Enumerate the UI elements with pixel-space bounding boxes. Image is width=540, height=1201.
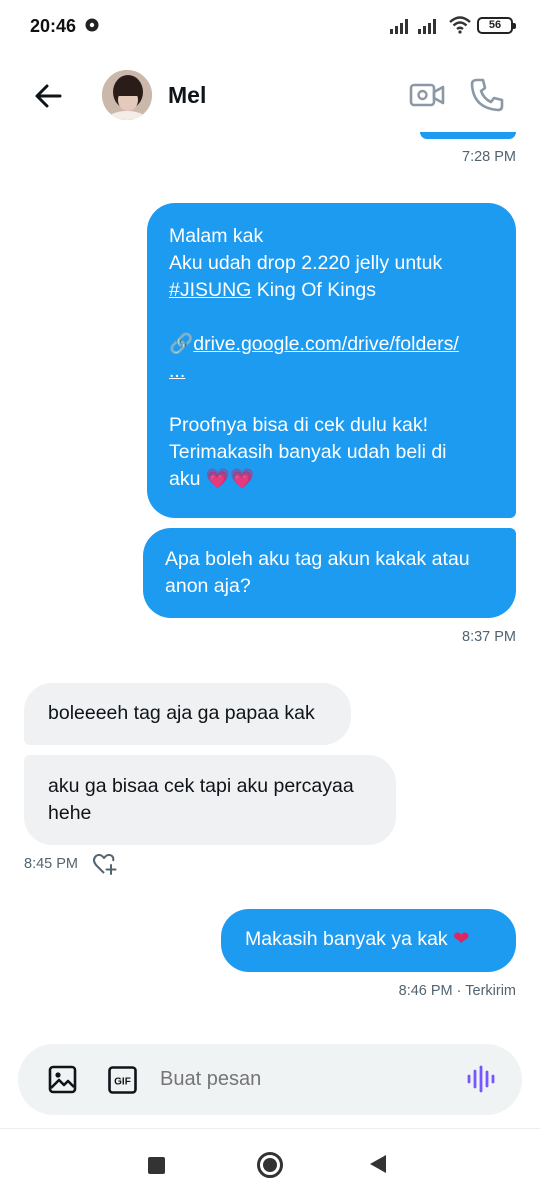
message-bubble-outgoing[interactable]: Apa boleh aku tag akun kakak atau anon a…	[143, 528, 516, 618]
gif-icon[interactable]: GIF	[108, 1066, 137, 1094]
message-bubble-incoming[interactable]: boleeeeh tag aja ga papaa kak	[24, 683, 351, 745]
message-text: anon aja?	[165, 575, 251, 597]
message-text: King Of Kings	[251, 279, 377, 301]
compose-bar: GIF	[18, 1044, 522, 1115]
message-timestamp: 7:28 PM	[462, 149, 516, 165]
message-text: Malam kak	[169, 225, 264, 247]
heart-emoji: ❤	[453, 928, 470, 950]
system-nav-bar	[0, 1128, 540, 1201]
wifi-icon	[449, 16, 471, 34]
drive-link[interactable]: drive.google.com/drive/folders/	[193, 333, 459, 355]
contact-name[interactable]: Mel	[168, 82, 206, 109]
voice-message-icon[interactable]	[466, 1064, 496, 1094]
message-text: aku ga bisaa cek tapi aku percayaa	[48, 775, 354, 797]
message-bubble-incoming[interactable]: aku ga bisaa cek tapi aku percayaa hehe	[24, 755, 396, 845]
add-reaction-icon[interactable]	[92, 852, 118, 876]
message-text: Aku udah drop 2.220 jelly untuk	[169, 252, 443, 274]
message-timestamp-status: 8:46 PM · Terkirim	[398, 983, 516, 999]
message-bubble-outgoing[interactable]: Malam kak Aku udah drop 2.220 jelly untu…	[147, 203, 516, 518]
link-icon: 🔗	[169, 333, 194, 355]
system-back-button[interactable]	[368, 1153, 388, 1175]
message-text: Terimakasih banyak udah beli di	[169, 441, 447, 463]
message-text: Makasih banyak ya kak	[245, 928, 448, 950]
avatar[interactable]	[102, 70, 152, 120]
sync-icon	[85, 18, 99, 32]
message-timestamp: 8:45 PM	[24, 856, 78, 872]
recent-apps-button[interactable]	[148, 1157, 165, 1174]
message-timestamp: 8:37 PM	[462, 629, 516, 645]
status-bar: 20:46 56	[0, 0, 540, 52]
message-text: boleeeeh tag aja ga papaa kak	[48, 702, 315, 724]
drive-link-continuation[interactable]: ...	[169, 358, 494, 385]
message-text: hehe	[48, 802, 92, 824]
hashtag-link[interactable]: #JISUNG	[169, 279, 251, 301]
message-text: Proofnya bisa di cek dulu kak!	[169, 414, 429, 436]
signal-icon-2	[418, 19, 436, 34]
message-text: aku 💗💗	[169, 468, 255, 490]
home-button[interactable]	[256, 1151, 284, 1179]
message-input[interactable]	[158, 1067, 442, 1092]
conversation-header: Mel	[0, 52, 540, 138]
phone-call-icon[interactable]	[468, 76, 506, 114]
back-arrow-icon[interactable]	[30, 78, 66, 114]
status-time: 20:46	[30, 16, 77, 36]
previous-message-bubble[interactable]	[420, 132, 516, 139]
message-text: Apa boleh aku tag akun kakak atau	[165, 548, 470, 570]
svg-text:GIF: GIF	[114, 1077, 131, 1088]
signal-icon	[390, 19, 408, 34]
video-call-icon[interactable]	[408, 76, 446, 114]
image-icon[interactable]	[48, 1065, 77, 1094]
battery-icon: 56	[477, 17, 516, 34]
message-bubble-outgoing[interactable]: Makasih banyak ya kak ❤	[221, 909, 516, 972]
